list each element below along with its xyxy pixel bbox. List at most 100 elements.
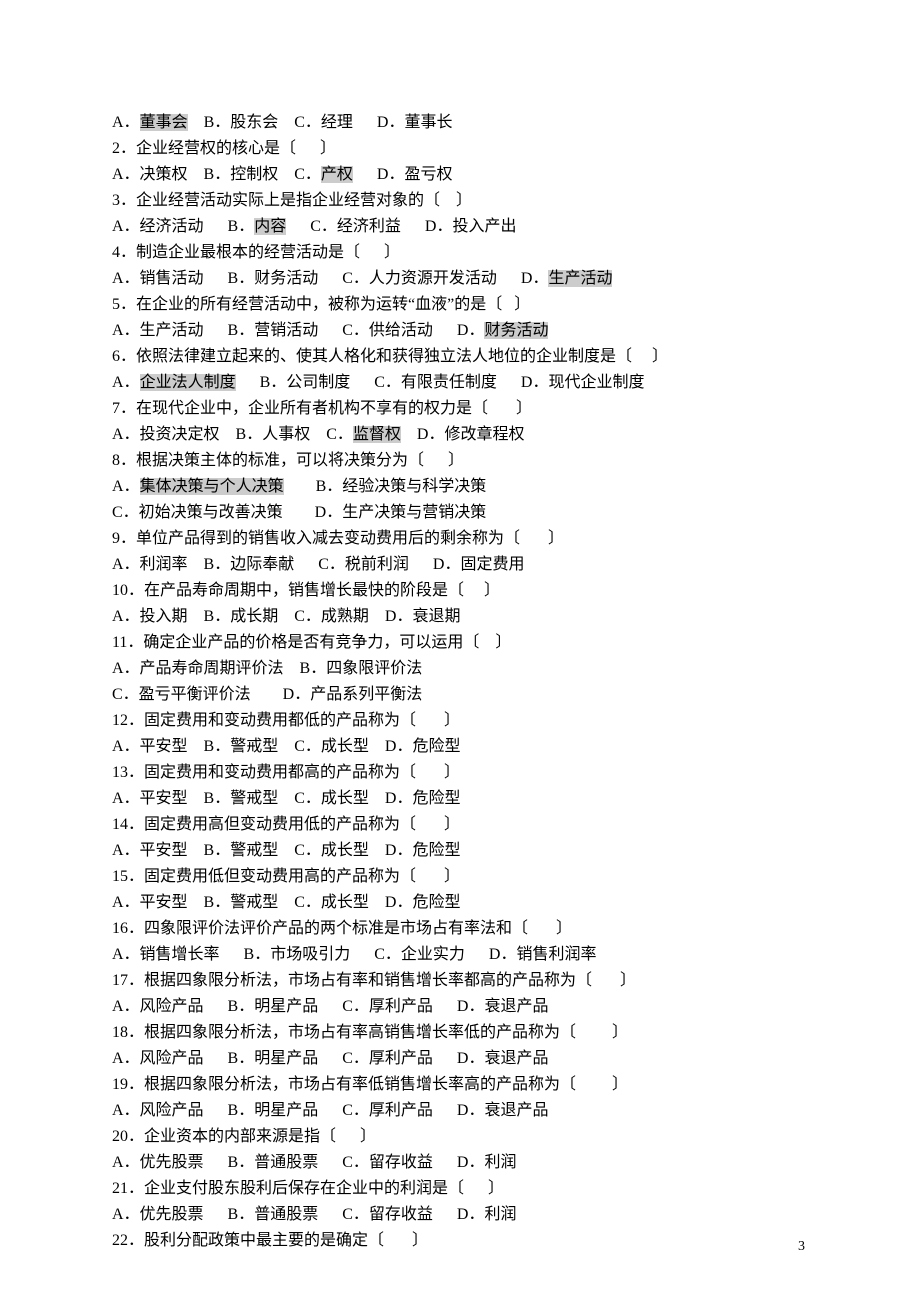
text-line: A．生产活动 B．营销活动 C．供给活动 D．财务活动 [112, 318, 808, 344]
highlighted-text: 监督权 [353, 426, 401, 443]
text-line: 15．固定费用低但变动费用高的产品称为〔 〕 [112, 864, 808, 890]
text-segment: 4．制造企业最根本的经营活动是〔 〕 [112, 244, 400, 261]
text-line: A．优先股票 B．普通股票 C．留存收益 D．利润 [112, 1202, 808, 1228]
text-line: A．平安型 B．警戒型 C．成长型 D．危险型 [112, 734, 808, 760]
text-segment: B．公司制度 C．有限责任制度 D．现代企业制度 [236, 374, 645, 391]
text-segment: A．优先股票 B．普通股票 C．留存收益 D．利润 [112, 1206, 516, 1223]
text-line: A．平安型 B．警戒型 C．成长型 D．危险型 [112, 786, 808, 812]
text-segment: A．风险产品 B．明星产品 C．厚利产品 D．衰退产品 [112, 1050, 548, 1067]
text-segment: A．产品寿命周期评价法 B．四象限评价法 [112, 660, 422, 677]
page-number: 3 [798, 1234, 805, 1260]
highlighted-text: 企业法人制度 [140, 374, 236, 391]
document-content: A．董事会 B．股东会 C．经理 D．董事长2．企业经营权的核心是〔 〕A．决策… [112, 110, 808, 1254]
text-segment: A．生产活动 B．营销活动 C．供给活动 D． [112, 322, 484, 339]
text-segment: A． [112, 478, 140, 495]
text-segment: D．修改章程权 [401, 426, 525, 443]
text-line: A．产品寿命周期评价法 B．四象限评价法 [112, 656, 808, 682]
text-segment: A．平安型 B．警戒型 C．成长型 D．危险型 [112, 738, 460, 755]
text-segment: 21．企业支付股东股利后保存在企业中的利润是〔 〕 [112, 1180, 504, 1197]
text-line: A．平安型 B．警戒型 C．成长型 D．危险型 [112, 838, 808, 864]
text-segment: A．平安型 B．警戒型 C．成长型 D．危险型 [112, 842, 460, 859]
text-line: 16．四象限评价法评价产品的两个标准是市场占有率法和〔 〕 [112, 916, 808, 942]
highlighted-text: 内容 [254, 218, 286, 235]
text-segment: 19．根据四象限分析法，市场占有率低销售增长率高的产品称为〔 〕 [112, 1076, 628, 1093]
highlighted-text: 产权 [321, 166, 353, 183]
text-line: A．风险产品 B．明星产品 C．厚利产品 D．衰退产品 [112, 1098, 808, 1124]
text-line: A．决策权 B．控制权 C．产权 D．盈亏权 [112, 162, 808, 188]
text-segment: A．优先股票 B．普通股票 C．留存收益 D．利润 [112, 1154, 516, 1171]
text-line: A．平安型 B．警戒型 C．成长型 D．危险型 [112, 890, 808, 916]
highlighted-text: 董事会 [140, 114, 188, 131]
text-line: 22．股利分配政策中最主要的是确定〔 〕 [112, 1228, 808, 1254]
text-segment: A．销售活动 B．财务活动 C．人力资源开发活动 D． [112, 270, 548, 287]
text-segment: 18．根据四象限分析法，市场占有率高销售增长率低的产品称为〔 〕 [112, 1024, 628, 1041]
text-segment: D．盈亏权 [353, 166, 453, 183]
text-segment: B．股东会 C．经理 D．董事长 [188, 114, 453, 131]
text-segment: 6．依照法律建立起来的、使其人格化和获得独立法人地位的企业制度是〔 〕 [112, 348, 668, 365]
text-line: 4．制造企业最根本的经营活动是〔 〕 [112, 240, 808, 266]
text-segment: A．风险产品 B．明星产品 C．厚利产品 D．衰退产品 [112, 1102, 548, 1119]
text-line: A．风险产品 B．明星产品 C．厚利产品 D．衰退产品 [112, 1046, 808, 1072]
text-line: 18．根据四象限分析法，市场占有率高销售增长率低的产品称为〔 〕 [112, 1020, 808, 1046]
text-segment: A．销售增长率 B．市场吸引力 C．企业实力 D．销售利润率 [112, 946, 596, 963]
document-page: A．董事会 B．股东会 C．经理 D．董事长2．企业经营权的核心是〔 〕A．决策… [0, 0, 920, 1302]
text-line: 3．企业经营活动实际上是指企业经营对象的〔 〕 [112, 188, 808, 214]
text-segment: A．利润率 B．边际奉献 C．税前利润 D．固定费用 [112, 556, 524, 573]
highlighted-text: 生产活动 [548, 270, 612, 287]
text-line: A．优先股票 B．普通股票 C．留存收益 D．利润 [112, 1150, 808, 1176]
text-line: 11．确定企业产品的价格是否有竞争力，可以运用〔 〕 [112, 630, 808, 656]
text-line: A．投资决定权 B．人事权 C．监督权 D．修改章程权 [112, 422, 808, 448]
text-line: 2．企业经营权的核心是〔 〕 [112, 136, 808, 162]
highlighted-text: 集体决策与个人决策 [140, 478, 284, 495]
text-segment: 12．固定费用和变动费用都低的产品称为〔 〕 [112, 712, 460, 729]
text-line: 9．单位产品得到的销售收入减去变动费用后的剩余称为〔 〕 [112, 526, 808, 552]
text-segment: C．盈亏平衡评价法 D．产品系列平衡法 [112, 686, 422, 703]
text-line: 7．在现代企业中，企业所有者机构不享有的权力是〔 〕 [112, 396, 808, 422]
highlighted-text: 财务活动 [484, 322, 548, 339]
text-segment: A．投入期 B．成长期 C．成熟期 D．衰退期 [112, 608, 460, 625]
text-segment: 2．企业经营权的核心是〔 〕 [112, 140, 336, 157]
text-line: 10．在产品寿命周期中，销售增长最快的阶段是〔 〕 [112, 578, 808, 604]
text-segment: 7．在现代企业中，企业所有者机构不享有的权力是〔 〕 [112, 400, 532, 417]
text-segment: A．决策权 B．控制权 C． [112, 166, 321, 183]
text-segment: 22．股利分配政策中最主要的是确定〔 〕 [112, 1232, 428, 1249]
text-segment: 14．固定费用高但变动费用低的产品称为〔 〕 [112, 816, 460, 833]
text-segment: A．投资决定权 B．人事权 C． [112, 426, 353, 443]
text-line: A．集体决策与个人决策 B．经验决策与科学决策 [112, 474, 808, 500]
text-segment: 9．单位产品得到的销售收入减去变动费用后的剩余称为〔 〕 [112, 530, 564, 547]
text-line: A．董事会 B．股东会 C．经理 D．董事长 [112, 110, 808, 136]
text-segment: 3．企业经营活动实际上是指企业经营对象的〔 〕 [112, 192, 472, 209]
text-segment: 5．在企业的所有经营活动中，被称为运转“血液”的是〔 〕 [112, 296, 530, 313]
text-segment: 13．固定费用和变动费用都高的产品称为〔 〕 [112, 764, 460, 781]
text-line: C．初始决策与改善决策 D．生产决策与营销决策 [112, 500, 808, 526]
text-line: 12．固定费用和变动费用都低的产品称为〔 〕 [112, 708, 808, 734]
text-segment: A．经济活动 B． [112, 218, 254, 235]
text-line: A．利润率 B．边际奉献 C．税前利润 D．固定费用 [112, 552, 808, 578]
text-segment: A．平安型 B．警戒型 C．成长型 D．危险型 [112, 790, 460, 807]
text-line: 13．固定费用和变动费用都高的产品称为〔 〕 [112, 760, 808, 786]
text-line: 6．依照法律建立起来的、使其人格化和获得独立法人地位的企业制度是〔 〕 [112, 344, 808, 370]
text-segment: B．经验决策与科学决策 [284, 478, 487, 495]
text-line: 5．在企业的所有经营活动中，被称为运转“血液”的是〔 〕 [112, 292, 808, 318]
text-line: 20．企业资本的内部来源是指〔 〕 [112, 1124, 808, 1150]
text-segment: C．初始决策与改善决策 D．生产决策与营销决策 [112, 504, 486, 521]
text-line: 17．根据四象限分析法，市场占有率和销售增长率都高的产品称为〔 〕 [112, 968, 808, 994]
text-segment: A． [112, 374, 140, 391]
text-line: 14．固定费用高但变动费用低的产品称为〔 〕 [112, 812, 808, 838]
text-segment: A．风险产品 B．明星产品 C．厚利产品 D．衰退产品 [112, 998, 548, 1015]
text-line: 19．根据四象限分析法，市场占有率低销售增长率高的产品称为〔 〕 [112, 1072, 808, 1098]
text-line: A．投入期 B．成长期 C．成熟期 D．衰退期 [112, 604, 808, 630]
text-segment: 11．确定企业产品的价格是否有竞争力，可以运用〔 〕 [112, 634, 511, 651]
text-line: C．盈亏平衡评价法 D．产品系列平衡法 [112, 682, 808, 708]
text-segment: 20．企业资本的内部来源是指〔 〕 [112, 1128, 376, 1145]
text-segment: A．平安型 B．警戒型 C．成长型 D．危险型 [112, 894, 460, 911]
text-segment: 10．在产品寿命周期中，销售增长最快的阶段是〔 〕 [112, 582, 500, 599]
text-segment: 17．根据四象限分析法，市场占有率和销售增长率都高的产品称为〔 〕 [112, 972, 636, 989]
text-segment: C．经济利益 D．投入产出 [286, 218, 516, 235]
text-segment: A． [112, 114, 140, 131]
text-segment: 8．根据决策主体的标准，可以将决策分为〔 〕 [112, 452, 464, 469]
text-segment: 15．固定费用低但变动费用高的产品称为〔 〕 [112, 868, 460, 885]
text-line: 21．企业支付股东股利后保存在企业中的利润是〔 〕 [112, 1176, 808, 1202]
text-line: 8．根据决策主体的标准，可以将决策分为〔 〕 [112, 448, 808, 474]
text-line: A．销售增长率 B．市场吸引力 C．企业实力 D．销售利润率 [112, 942, 808, 968]
